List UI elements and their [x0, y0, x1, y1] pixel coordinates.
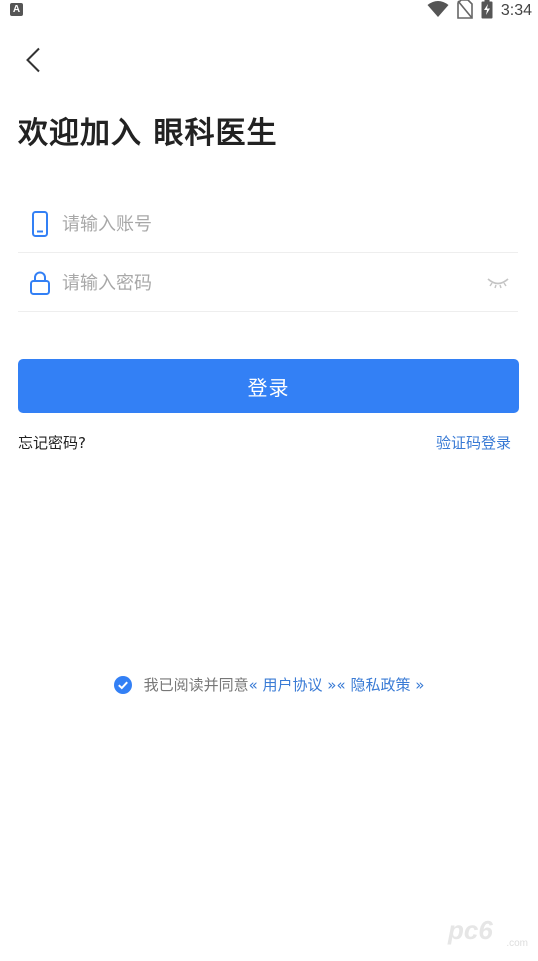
code-login-link[interactable]: 验证码登录: [436, 432, 511, 453]
watermark-logo: pc6 .com: [448, 915, 528, 949]
back-button[interactable]: [18, 44, 48, 80]
account-input[interactable]: [62, 209, 518, 239]
battery-charging-icon: [481, 0, 493, 23]
eye-closed-icon: [487, 274, 509, 293]
user-agreement-link[interactable]: « 用户协议 »: [249, 674, 337, 695]
forgot-password-link[interactable]: 忘记密码?: [18, 432, 86, 453]
privacy-policy-link[interactable]: « 隐私政策 »: [337, 674, 425, 695]
login-button[interactable]: 登录: [18, 359, 519, 413]
watermark-text: pc6: [448, 915, 493, 945]
status-bar: A 3:34: [0, 0, 538, 22]
watermark-sub: .com: [506, 938, 528, 949]
clock: 3:34: [500, 2, 532, 19]
agreement-text: 我已阅读并同意: [143, 676, 249, 694]
phone-icon: [18, 211, 62, 237]
password-visibility-toggle[interactable]: [478, 274, 518, 293]
agree-checkbox[interactable]: [113, 675, 132, 694]
page-title: 欢迎加入 眼科医生: [18, 116, 278, 151]
status-bar-right: 3:34: [427, 0, 532, 22]
checkmark-circle-icon: [113, 675, 132, 694]
chevron-left-icon: [25, 47, 41, 77]
password-input[interactable]: [62, 268, 478, 298]
no-sim-icon: [457, 0, 473, 23]
agreement-row: 我已阅读并同意 « 用户协议 » « 隐私政策 »: [0, 674, 538, 695]
app-notification-icon: A: [10, 3, 23, 16]
lock-icon: [18, 271, 62, 295]
account-field-row: [18, 196, 518, 253]
wifi-icon: [427, 0, 449, 22]
password-field-row: [18, 255, 518, 312]
